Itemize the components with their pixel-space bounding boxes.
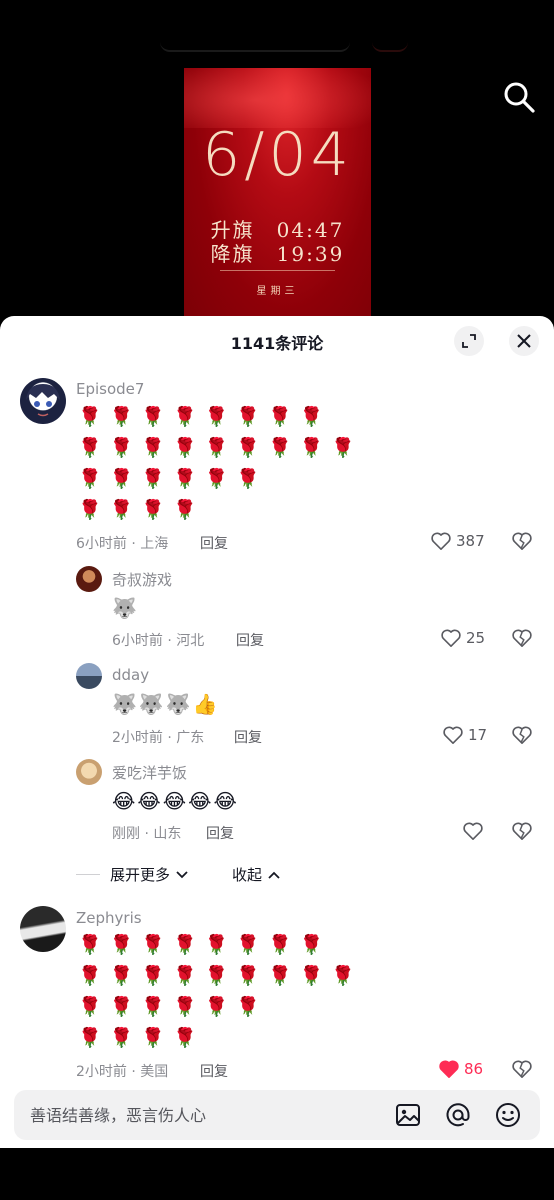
- comment-content: 🐺🐺🐺👍: [112, 692, 220, 716]
- reply-button[interactable]: 回复: [200, 533, 228, 553]
- flag-time-poster: 6/04 升旗 04:47 降旗 19:39 星期三: [184, 68, 371, 330]
- dislike-icon[interactable]: [511, 1059, 533, 1079]
- comment-input-bar: [14, 1090, 540, 1140]
- dislike-icon[interactable]: [511, 531, 533, 551]
- comment-content: 😂😂😂😂😂: [112, 789, 239, 813]
- avatar[interactable]: [76, 759, 102, 785]
- chevron-down-icon: [176, 871, 188, 879]
- chevron-up-icon: [268, 871, 280, 879]
- bottom-safe-area: [0, 1148, 554, 1200]
- like-button[interactable]: 17: [442, 725, 487, 745]
- collapse-button[interactable]: 收起: [232, 864, 281, 885]
- rose-row: 🌹🌹🌹🌹🌹🌹: [78, 468, 268, 490]
- top-status-pill-secondary: [372, 40, 408, 52]
- poster-date: 6/04: [202, 120, 353, 190]
- comment-content: 🐺: [112, 596, 139, 620]
- emoji-icon[interactable]: [494, 1101, 522, 1129]
- top-status-pill: [160, 38, 350, 52]
- rose-row: 🌹🌹🌹🌹🌹🌹🌹🌹: [78, 406, 332, 428]
- heart-outline-icon: [431, 532, 451, 550]
- rose-row: 🌹🌹🌹🌹🌹🌹🌹🌹: [78, 934, 332, 956]
- heart-outline-icon: [441, 629, 461, 647]
- comment-username[interactable]: dday: [112, 666, 149, 684]
- comment-meta: 2小时前 · 广东: [112, 730, 205, 746]
- avatar[interactable]: [20, 378, 66, 424]
- comment-content: 🌹🌹🌹🌹🌹🌹🌹🌹 🌹🌹🌹🌹🌹🌹🌹🌹🌹 🌹🌹🌹🌹🌹🌹 🌹🌹🌹🌹: [78, 402, 363, 526]
- at-mention-icon[interactable]: [444, 1101, 472, 1129]
- rose-row: 🌹🌹🌹🌹🌹🌹: [78, 996, 268, 1018]
- dislike-icon[interactable]: [511, 628, 533, 648]
- like-count: 86: [464, 1060, 484, 1078]
- like-button[interactable]: [462, 821, 484, 841]
- like-count: 387: [456, 532, 485, 550]
- rose-row: 🌹🌹🌹🌹: [78, 499, 205, 521]
- show-more-label: 展开更多: [110, 866, 171, 884]
- dislike-icon[interactable]: [511, 821, 533, 841]
- dislike-icon[interactable]: [511, 725, 533, 745]
- close-icon: [517, 334, 531, 348]
- comment-meta: 2小时前 · 美国: [76, 1064, 169, 1080]
- avatar[interactable]: [20, 906, 66, 952]
- reply-button[interactable]: 回复: [206, 823, 234, 843]
- comment-sheet: 1141条评论 Episode7 🌹🌹🌹🌹🌹🌹🌹🌹 🌹🌹🌹🌹🌹🌹🌹🌹�: [0, 316, 554, 1148]
- collapse-label: 收起: [232, 866, 263, 884]
- rose-row: 🌹🌹🌹🌹: [78, 1027, 205, 1049]
- poster-weekday: 星期三: [256, 286, 299, 297]
- anime-avatar-icon: [26, 384, 60, 417]
- rose-row: 🌹🌹🌹🌹🌹🌹🌹🌹🌹: [78, 965, 363, 987]
- comment-username[interactable]: 爱吃洋芋饭: [112, 762, 187, 783]
- poster-divider: [220, 270, 335, 271]
- image-icon[interactable]: [394, 1101, 422, 1129]
- close-button[interactable]: [509, 326, 539, 356]
- like-count: 17: [468, 726, 488, 744]
- comment-meta: 6小时前 · 上海: [76, 536, 169, 552]
- reply-button[interactable]: 回复: [236, 630, 264, 650]
- search-icon[interactable]: [502, 80, 536, 114]
- comment-meta: 刚刚 · 山东: [112, 826, 182, 842]
- comment-username[interactable]: Episode7: [76, 380, 144, 398]
- thread-divider: [76, 874, 100, 875]
- comment-meta: 6小时前 · 河北: [112, 633, 205, 649]
- show-more-button[interactable]: 展开更多: [110, 864, 189, 885]
- heart-filled-icon: [439, 1060, 459, 1078]
- reply-button[interactable]: 回复: [200, 1061, 228, 1081]
- expand-button[interactable]: [454, 326, 484, 356]
- like-button[interactable]: 86: [438, 1059, 483, 1079]
- heart-outline-icon: [463, 822, 483, 840]
- expand-icon: [462, 334, 476, 348]
- flag-cloth-texture: [184, 68, 371, 128]
- like-button[interactable]: 25: [440, 628, 485, 648]
- comment-content: 🌹🌹🌹🌹🌹🌹🌹🌹 🌹🌹🌹🌹🌹🌹🌹🌹🌹 🌹🌹🌹🌹🌹🌹 🌹🌹🌹🌹: [78, 930, 363, 1054]
- reply-button[interactable]: 回复: [234, 727, 262, 747]
- comment-username[interactable]: Zephyris: [76, 909, 142, 927]
- like-count: 25: [466, 629, 486, 647]
- video-area[interactable]: 6/04 升旗 04:47 降旗 19:39 星期三: [0, 0, 554, 330]
- thread-controls: 展开更多 收起: [76, 864, 376, 886]
- like-button[interactable]: 387: [430, 531, 485, 551]
- comment-input[interactable]: [30, 1100, 380, 1130]
- rose-row: 🌹🌹🌹🌹🌹🌹🌹🌹🌹: [78, 437, 363, 459]
- avatar[interactable]: [76, 663, 102, 689]
- poster-lower-time: 降旗 19:39: [210, 242, 345, 266]
- avatar[interactable]: [76, 566, 102, 592]
- heart-outline-icon: [443, 726, 463, 744]
- comment-username[interactable]: 奇叔游戏: [112, 569, 172, 590]
